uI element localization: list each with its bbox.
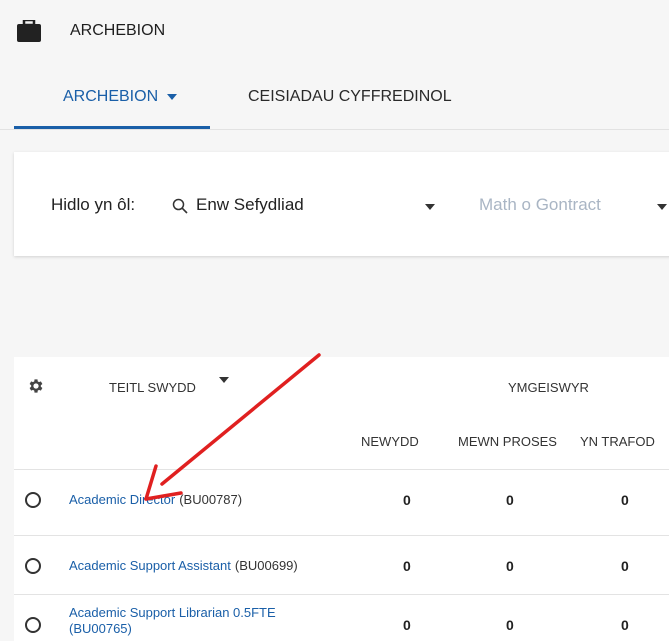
job-code: (BU00787) bbox=[179, 492, 243, 507]
chevron-down-icon[interactable] bbox=[657, 204, 667, 210]
table-row: Academic Support Assistant (BU00699) 0 0 … bbox=[14, 535, 669, 595]
column-header-discussing: YN TRAFOD bbox=[580, 434, 655, 449]
count-discussing: 0 bbox=[621, 492, 629, 508]
chevron-down-icon[interactable] bbox=[167, 93, 178, 100]
tab-bar: ARCHEBION CEISIADAU CYFFREDINOL bbox=[0, 64, 669, 130]
filter-label: Hidlo yn ôl: bbox=[51, 195, 136, 214]
column-header-new: NEWYDD bbox=[361, 434, 419, 449]
count-in-process: 0 bbox=[506, 617, 514, 633]
briefcase-icon bbox=[17, 20, 41, 42]
app-header: ARCHEBION bbox=[0, 0, 669, 64]
job-title-link[interactable]: Academic Director (BU00787) bbox=[69, 492, 242, 507]
org-name-dropdown[interactable]: Enw Sefydliad bbox=[196, 195, 304, 215]
search-icon bbox=[172, 198, 188, 214]
job-title[interactable]: Academic Support Assistant bbox=[69, 558, 231, 573]
count-discussing: 0 bbox=[621, 617, 629, 633]
tab-archebion[interactable]: ARCHEBION bbox=[63, 88, 178, 106]
active-tab-indicator bbox=[14, 126, 210, 129]
column-header-in-process: MEWN PROSES bbox=[458, 434, 557, 449]
jobs-table: TEITL SWYDD YMGEISWYR NEWYDD MEWN PROSES… bbox=[14, 357, 669, 641]
tab-archebion-label: ARCHEBION bbox=[63, 88, 159, 105]
job-title-link[interactable]: Academic Support Assistant (BU00699) bbox=[69, 558, 298, 573]
row-radio[interactable] bbox=[25, 492, 41, 508]
filter-panel: Hidlo yn ôl: Enw Sefydliad Math o Gontra… bbox=[14, 152, 669, 256]
job-title[interactable]: Academic Director bbox=[69, 492, 175, 507]
gear-icon[interactable] bbox=[27, 377, 45, 395]
count-new: 0 bbox=[403, 558, 411, 574]
tab-ceisiadau-cyffredinol[interactable]: CEISIADAU CYFFREDINOL bbox=[248, 88, 452, 106]
count-in-process: 0 bbox=[506, 492, 514, 508]
job-code: (BU00699) bbox=[234, 558, 298, 573]
job-title[interactable]: Academic Support Librarian 0.5FTE bbox=[69, 605, 276, 620]
job-code: (BU00765) bbox=[69, 621, 132, 636]
job-title-link[interactable]: Academic Support Librarian 0.5FTE (BU0076… bbox=[69, 605, 276, 637]
table-row: Academic Support Librarian 0.5FTE (BU0076… bbox=[14, 594, 669, 641]
count-new: 0 bbox=[403, 492, 411, 508]
row-radio[interactable] bbox=[25, 558, 41, 574]
count-in-process: 0 bbox=[506, 558, 514, 574]
row-radio[interactable] bbox=[25, 617, 41, 633]
sort-caret-icon[interactable] bbox=[219, 377, 229, 383]
count-discussing: 0 bbox=[621, 558, 629, 574]
column-header-job-title[interactable]: TEITL SWYDD bbox=[109, 380, 196, 395]
count-new: 0 bbox=[403, 617, 411, 633]
chevron-down-icon[interactable] bbox=[425, 204, 435, 210]
contract-type-dropdown[interactable]: Math o Gontract bbox=[479, 195, 601, 215]
table-row: Academic Director (BU00787) 0 0 0 bbox=[14, 469, 669, 529]
column-header-applicants: YMGEISWYR bbox=[508, 380, 589, 395]
app-title: ARCHEBION bbox=[70, 22, 166, 39]
